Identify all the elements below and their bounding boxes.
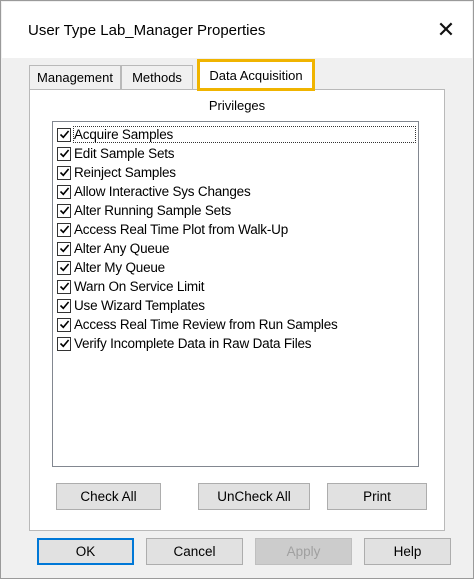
checkmark-icon [59, 168, 69, 177]
checkmark-icon [59, 339, 69, 348]
title-bar: User Type Lab_Manager Properties ✕ [2, 2, 472, 58]
tab-management[interactable]: Management [29, 65, 121, 89]
privilege-checkbox[interactable] [57, 279, 71, 294]
checkmark-icon [59, 263, 69, 272]
privilege-checkbox[interactable] [57, 184, 71, 199]
checkmark-icon [59, 130, 69, 139]
privilege-label: Verify Incomplete Data in Raw Data Files [74, 336, 312, 351]
privilege-item[interactable]: Edit Sample Sets [53, 144, 418, 163]
privilege-label: Allow Interactive Sys Changes [74, 184, 251, 199]
apply-button[interactable]: Apply [255, 538, 352, 565]
privilege-checkbox[interactable] [57, 203, 71, 218]
privileges-heading: Privileges [208, 98, 266, 113]
privileges-list[interactable]: Acquire Samples Edit Sample Sets Reinject … [52, 121, 419, 467]
check-all-button[interactable]: Check All [56, 483, 161, 510]
print-button[interactable]: Print [327, 483, 427, 510]
checkmark-icon [59, 320, 69, 329]
properties-dialog: User Type Lab_Manager Properties ✕ Manag… [0, 0, 474, 579]
privilege-checkbox[interactable] [57, 222, 71, 237]
privilege-label: Edit Sample Sets [74, 146, 175, 161]
checkmark-icon [59, 244, 69, 253]
privilege-label: Use Wizard Templates [74, 298, 205, 313]
privilege-label: Warn On Service Limit [74, 279, 205, 294]
privilege-label: Alter Any Queue [74, 241, 170, 256]
cancel-button[interactable]: Cancel [146, 538, 243, 565]
privilege-label: Reinject Samples [74, 165, 176, 180]
uncheck-all-button[interactable]: UnCheck All [198, 483, 310, 510]
privilege-checkbox[interactable] [57, 127, 71, 142]
checkmark-icon [59, 282, 69, 291]
window-title: User Type Lab_Manager Properties [28, 22, 266, 39]
ok-button[interactable]: OK [37, 538, 134, 565]
privilege-item[interactable]: Allow Interactive Sys Changes [53, 182, 418, 201]
privilege-label: Alter Running Sample Sets [74, 203, 232, 218]
help-button[interactable]: Help [364, 538, 451, 565]
privilege-item[interactable]: Verify Incomplete Data in Raw Data Files [53, 334, 418, 353]
privilege-item[interactable]: Alter My Queue [53, 258, 418, 277]
privilege-label: Alter My Queue [74, 260, 165, 275]
privilege-item[interactable]: Acquire Samples [53, 125, 418, 144]
privilege-label: Access Real Time Plot from Walk-Up [74, 222, 288, 237]
privilege-item[interactable]: Warn On Service Limit [53, 277, 418, 296]
privilege-item[interactable]: Reinject Samples [53, 163, 418, 182]
checkmark-icon [59, 301, 69, 310]
privilege-item[interactable]: Alter Running Sample Sets [53, 201, 418, 220]
tab-methods[interactable]: Methods [121, 65, 193, 89]
privilege-item[interactable]: Alter Any Queue [53, 239, 418, 258]
privilege-checkbox[interactable] [57, 298, 71, 313]
checkmark-icon [59, 187, 69, 196]
privilege-checkbox[interactable] [57, 165, 71, 180]
checkmark-icon [59, 206, 69, 215]
tab-panel: Privileges Acquire Samples Edit Sample Se… [29, 89, 445, 531]
checkmark-icon [59, 149, 69, 158]
close-icon[interactable]: ✕ [428, 14, 464, 46]
tab-data-acquisition[interactable]: Data Acquisition [197, 59, 315, 91]
privilege-item[interactable]: Use Wizard Templates [53, 296, 418, 315]
privilege-checkbox[interactable] [57, 260, 71, 275]
privilege-label: Access Real Time Review from Run Samples [74, 317, 338, 332]
privilege-checkbox[interactable] [57, 336, 71, 351]
privilege-checkbox[interactable] [57, 241, 71, 256]
privilege-label: Acquire Samples [74, 127, 174, 142]
privilege-checkbox[interactable] [57, 146, 71, 161]
privilege-item[interactable]: Access Real Time Review from Run Samples [53, 315, 418, 334]
checkmark-icon [59, 225, 69, 234]
privilege-checkbox[interactable] [57, 317, 71, 332]
privilege-item[interactable]: Access Real Time Plot from Walk-Up [53, 220, 418, 239]
